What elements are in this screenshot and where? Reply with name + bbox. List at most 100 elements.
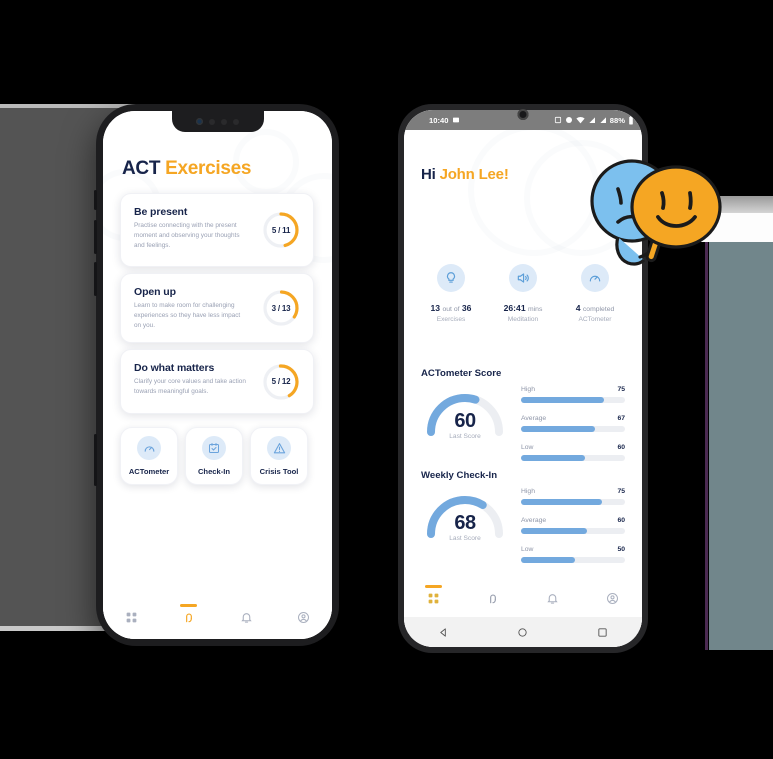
front-camera-icon xyxy=(196,118,203,125)
bar-value: 75 xyxy=(617,386,625,393)
bell-icon xyxy=(240,612,252,623)
power-button xyxy=(94,434,97,486)
bar-track xyxy=(521,426,625,432)
bar-row-high: High 75 xyxy=(521,488,625,508)
tile-actometer[interactable]: ACTometer xyxy=(120,427,178,485)
hand-heart-icon xyxy=(185,613,192,623)
status-bar-left: 10:40 xyxy=(429,116,460,125)
bar-fill xyxy=(521,557,576,563)
bar-fill xyxy=(521,426,595,432)
stat-caption: ACTometer xyxy=(578,316,612,323)
signal-2-icon xyxy=(600,117,606,123)
bar-track xyxy=(521,499,625,505)
bar-row-average: Average 60 xyxy=(521,517,625,537)
gauge-value: 68 xyxy=(454,512,476,534)
stat-meditation[interactable]: 26:41 mins Meditation xyxy=(484,264,562,323)
gauge-value: 60 xyxy=(454,410,476,432)
bars-actometer: High 75 Average 67 Low 60 xyxy=(521,386,625,473)
sidebar-item-profile[interactable] xyxy=(275,595,332,639)
bar-value: 75 xyxy=(617,488,625,495)
sidebar-item-notifications[interactable] xyxy=(218,595,275,639)
sensor-dot-icon xyxy=(221,118,227,125)
sidebar-item-exercises[interactable] xyxy=(160,595,217,639)
section-title-weekly-check-in: Weekly Check-In xyxy=(421,470,498,481)
tile-label: Check-In xyxy=(197,467,231,476)
stat-value: 4 completed xyxy=(556,303,634,313)
status-time: 10:40 xyxy=(429,115,449,125)
home-icon[interactable] xyxy=(517,627,528,638)
hand-heart-icon xyxy=(490,594,497,604)
exercise-title: Do what matters xyxy=(134,362,215,374)
sidebar-item-notifications[interactable] xyxy=(523,579,583,617)
sensor-dot-icon xyxy=(209,118,215,125)
exercise-progress-ring: 3 / 13 xyxy=(261,288,301,328)
bar-fill xyxy=(521,455,586,461)
image-icon xyxy=(453,117,460,123)
bar-fill xyxy=(521,528,587,534)
exercise-card-open-up[interactable]: Open up Learn to make room for challengi… xyxy=(120,273,314,343)
volume-down-button xyxy=(94,262,97,296)
bar-value: 60 xyxy=(617,444,625,451)
notch xyxy=(171,111,264,132)
grid-icon xyxy=(126,612,137,622)
tile-check-in[interactable]: Check-In xyxy=(185,427,243,485)
recents-icon[interactable] xyxy=(597,627,608,638)
bar-row-low: Low 60 xyxy=(521,444,625,464)
grid-icon xyxy=(428,593,439,603)
greeting-name: John Lee! xyxy=(439,166,509,183)
volume-up-button xyxy=(94,220,97,254)
gauge-icon xyxy=(137,436,161,460)
exercise-title: Be present xyxy=(134,206,188,218)
bars-weekly-check-in: High 75 Average 60 Low 50 xyxy=(521,488,625,575)
phone-left-device: ACT Exercises Be present Practise connec… xyxy=(94,104,339,646)
back-icon[interactable] xyxy=(438,627,449,638)
gauge-caption: Last Score xyxy=(449,433,481,440)
tile-label: Crisis Tool xyxy=(259,467,299,476)
mascot-illustration xyxy=(590,159,722,266)
exercise-progress-label: 3 / 13 xyxy=(271,303,291,313)
android-nav-bar xyxy=(404,617,642,647)
greeting: Hi John Lee! xyxy=(421,166,509,183)
bar-fill xyxy=(521,397,605,403)
sidebar-item-dashboard[interactable] xyxy=(404,579,464,617)
stat-caption: Meditation xyxy=(507,316,539,323)
stat-unit: mins xyxy=(528,306,543,313)
backdrop-teal-panel xyxy=(709,242,773,650)
sidebar-item-exercises[interactable] xyxy=(464,579,524,617)
tile-crisis-tool[interactable]: Crisis Tool xyxy=(250,427,308,485)
stat-unit: out of xyxy=(442,306,460,313)
bar-row-high: High 75 xyxy=(521,386,625,406)
stat-number: 26:41 xyxy=(503,303,526,313)
stat-exercises[interactable]: 13 out of 36 Exercises xyxy=(412,264,490,323)
bar-label: Average xyxy=(521,517,547,524)
stat-actometer[interactable]: 4 completed ACTometer xyxy=(556,264,634,323)
gauge-weekly-check-in: 68 Last Score xyxy=(422,490,508,548)
bar-label: Low xyxy=(521,546,534,553)
backdrop-teal-divider xyxy=(705,242,708,650)
page-title: ACT Exercises xyxy=(122,158,252,180)
sidebar-item-dashboard[interactable] xyxy=(103,595,160,639)
battery-percentage: 88% xyxy=(609,115,625,125)
bar-label: Low xyxy=(521,444,534,451)
exercise-progress-label: 5 / 12 xyxy=(271,377,291,386)
bar-row-average: Average 67 xyxy=(521,415,625,435)
exercise-card-do-what-matters[interactable]: Do what matters Clarify your core values… xyxy=(120,349,314,414)
gauge-caption: Last Score xyxy=(449,535,481,542)
act-exercises-screen: ACT Exercises Be present Practise connec… xyxy=(103,111,332,639)
stat-value: 13 out of 36 xyxy=(412,303,490,313)
exercise-description: Learn to make room for challenging exper… xyxy=(134,302,241,329)
bottom-tab-bar xyxy=(103,595,332,639)
bar-value: 67 xyxy=(617,415,625,422)
stat-unit: completed xyxy=(582,306,615,313)
page-title-exercises: Exercises xyxy=(165,158,252,179)
exercise-progress-label: 5 / 11 xyxy=(271,225,291,235)
status-bar-right: 88% xyxy=(554,115,634,125)
lightbulb-icon xyxy=(437,264,465,292)
sidebar-item-profile[interactable] xyxy=(583,579,643,617)
exercise-progress-ring: 5 / 12 xyxy=(261,362,301,402)
bar-label: High xyxy=(521,386,535,393)
page-title-act: ACT xyxy=(122,158,161,179)
bar-label: High xyxy=(521,488,535,495)
phone-left-screen-frame: ACT Exercises Be present Practise connec… xyxy=(103,111,332,639)
exercise-card-be-present[interactable]: Be present Practise connecting with the … xyxy=(120,193,314,267)
